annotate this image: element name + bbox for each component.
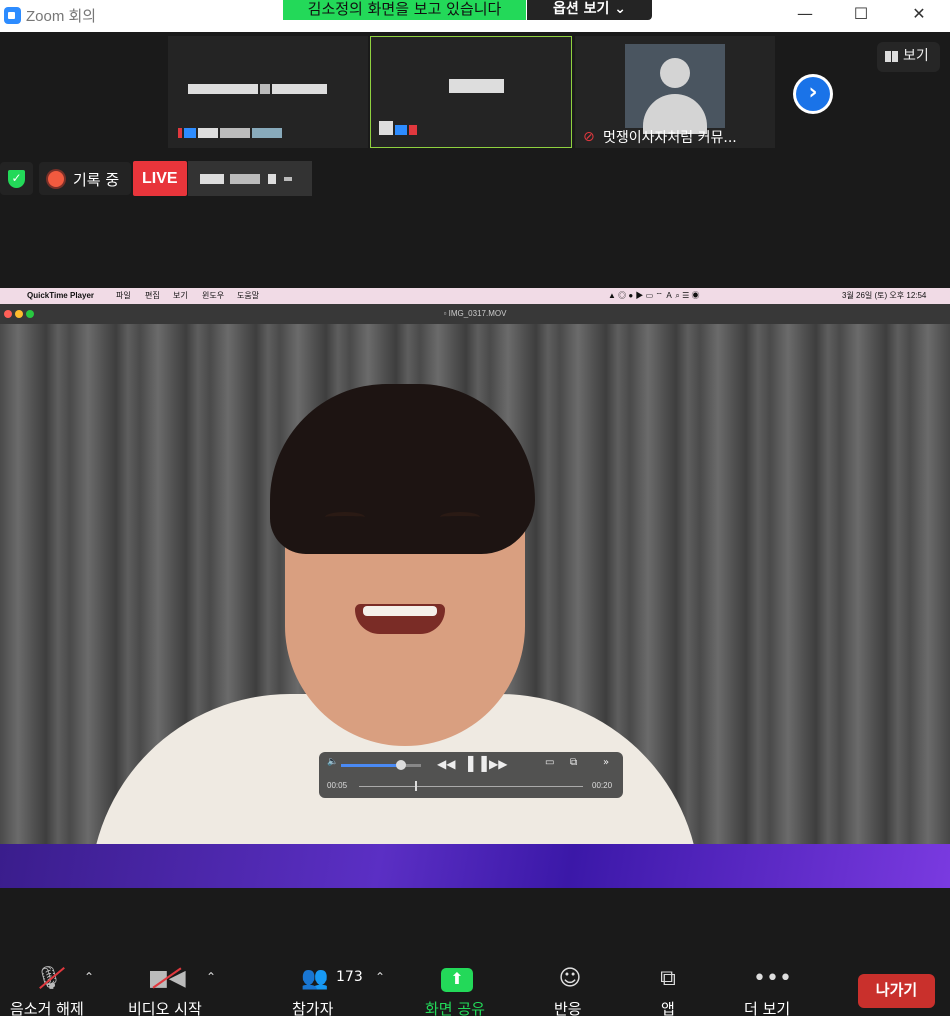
zoom-dot-icon: [26, 310, 34, 318]
participants-options-caret[interactable]: ⌃: [375, 970, 385, 984]
participants-icon: 👥: [301, 966, 329, 991]
pixelated-label: [178, 123, 284, 142]
elapsed-time: 00:05: [327, 781, 348, 790]
more-chevrons-icon[interactable]: »: [603, 757, 609, 768]
pixelated-name: [449, 79, 506, 97]
view-button[interactable]: 보기: [877, 42, 940, 72]
share-arrow-up-icon: ⬆: [441, 968, 473, 992]
live-badge[interactable]: LIVE: [133, 161, 187, 196]
recording-label: 기록 중: [73, 171, 120, 189]
more-dots-icon: •••: [753, 966, 792, 991]
thumbnail-label-3: 멋쟁이사자처럼 커뮤...: [603, 130, 737, 146]
picture-in-picture-icon[interactable]: ⧉: [570, 757, 577, 768]
menubar-item-view: 보기: [173, 291, 188, 300]
person-mouth: [355, 604, 445, 634]
chevron-right-icon: ›: [796, 77, 830, 111]
record-dot-icon: [48, 171, 64, 187]
video-options-caret[interactable]: ⌃: [206, 970, 216, 984]
close-button[interactable]: ✕: [904, 4, 934, 26]
live-stream-info: [188, 161, 312, 196]
meeting-toolbar: 🎙 음소거 해제 ⌃ ■◀ 비디오 시작 ⌃ 👥 173 참가자 ⌃ ⬆ 화면 …: [0, 960, 950, 1016]
volume-knob[interactable]: [396, 760, 406, 770]
participant-thumbnail-3[interactable]: 멋쟁이사자처럼 커뮤... ⊘: [575, 36, 775, 148]
macos-menubar: QuickTime Player 파일 편집 보기 윈도우 도움말 ▲ ◎ ● …: [0, 288, 950, 304]
person-left-eye: [325, 512, 365, 522]
zoom-logo-icon: [4, 7, 21, 24]
minimize-button[interactable]: —: [790, 4, 820, 26]
recording-indicator[interactable]: 기록 중: [39, 162, 131, 195]
menubar-item-file: 파일: [116, 291, 131, 300]
more-label: 더 보기: [744, 1000, 791, 1016]
smiley-plus-icon: ☺: [558, 966, 582, 991]
total-time: 00:20: [592, 781, 613, 790]
menubar-app-name: QuickTime Player: [27, 291, 94, 300]
share-screen-label: 화면 공유: [425, 1000, 485, 1016]
apps-icon: ⧉: [660, 966, 676, 991]
pause-icon[interactable]: ❚❚: [464, 753, 491, 772]
unmute-label: 음소거 해제: [10, 1000, 84, 1016]
maximize-button[interactable]: ☐: [846, 4, 876, 26]
apps-label: 앱: [661, 1000, 675, 1016]
window-title: Zoom 회의: [26, 8, 97, 25]
leave-meeting-button[interactable]: 나가기: [858, 974, 935, 1008]
default-avatar: [625, 44, 725, 134]
avatar-head-icon: [660, 58, 690, 88]
participant-thumbnail-2-active-speaker[interactable]: [370, 36, 572, 148]
participants-count: 173: [336, 969, 363, 985]
start-video-label: 비디오 시작: [128, 1000, 202, 1016]
quicktime-titlebar: ▫ IMG_0317.MOV: [0, 304, 950, 324]
window-titlebar: Zoom 회의 김소정의 화면을 보고 있습니다 옵션 보기 ⌄ — ☐ ✕: [0, 0, 950, 32]
encryption-shield[interactable]: ✓: [0, 162, 33, 195]
progress-track[interactable]: [359, 786, 583, 787]
desktop-wallpaper: [0, 844, 950, 888]
minimize-dot-icon: [15, 310, 23, 318]
view-button-label: 보기: [903, 48, 929, 64]
volume-icon: 🔈: [327, 757, 339, 767]
participant-thumbnail-1[interactable]: [168, 36, 368, 148]
person-hair: [270, 384, 535, 554]
reactions-label: 반응: [554, 1000, 582, 1016]
participants-label: 참가자: [292, 1000, 334, 1016]
menubar-item-edit: 편집: [145, 291, 160, 300]
volume-fill: [341, 764, 401, 767]
quicktime-controls: 🔈 ◀◀ ❚❚ ▶▶ ▭ ⧉ » 00:05 00:20: [319, 752, 623, 798]
menubar-clock: 3월 26일 (토) 오후 12:54: [842, 291, 927, 300]
airplay-icon[interactable]: ▭: [545, 757, 554, 768]
audio-options-caret[interactable]: ⌃: [84, 970, 94, 984]
pixelated-name: [188, 80, 329, 98]
progress-scrubber[interactable]: [415, 781, 417, 791]
menubar-item-window: 윈도우: [202, 291, 225, 300]
shared-screen: QuickTime Player 파일 편집 보기 윈도우 도움말 ▲ ◎ ● …: [0, 288, 950, 888]
shield-check-icon: ✓: [8, 170, 25, 188]
view-options-button[interactable]: 옵션 보기 ⌄: [527, 0, 652, 20]
fast-forward-icon[interactable]: ▶▶: [489, 757, 507, 771]
grid-view-icon: [885, 51, 898, 62]
rewind-icon[interactable]: ◀◀: [437, 757, 455, 771]
person-right-eye: [440, 512, 480, 522]
next-page-button[interactable]: ›: [793, 74, 833, 114]
pixelated-label: [379, 120, 419, 139]
quicktime-file-title: IMG_0317.MOV: [448, 309, 507, 318]
menubar-item-help: 도움말: [237, 291, 260, 300]
status-icons: ▲ ◎ ● ▶ ▭ ⌔ Ａ ⌕ ☰ ◉: [608, 291, 700, 300]
close-dot-icon: [4, 310, 12, 318]
video-frame: 🔈 ◀◀ ❚❚ ▶▶ ▭ ⧉ » 00:05 00:20: [0, 324, 950, 888]
muted-mic-icon: ⊘: [583, 129, 595, 145]
viewing-share-banner: 김소정의 화면을 보고 있습니다: [283, 0, 526, 20]
